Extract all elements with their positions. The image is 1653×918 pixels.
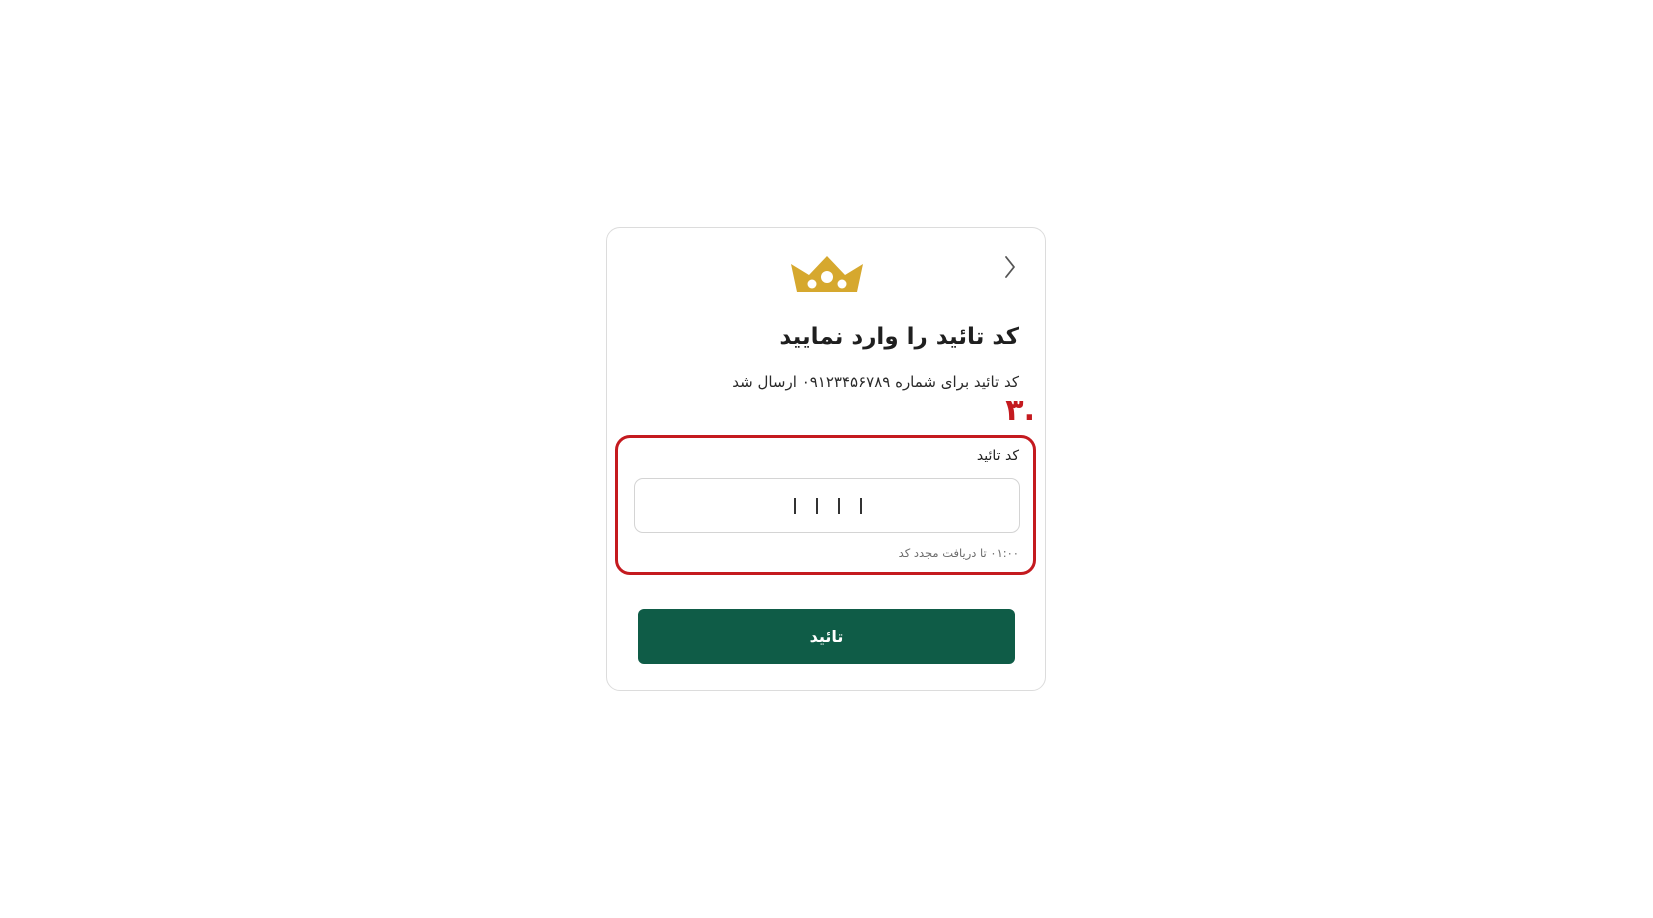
code-digit-slots (794, 497, 862, 514)
code-digit-slot[interactable] (838, 497, 840, 514)
verification-card: کد تائید را وارد نمایید کد تائید برای شم… (606, 227, 1046, 691)
back-button[interactable] (995, 250, 1025, 284)
code-digit-slot[interactable] (860, 497, 862, 514)
code-digit-slot[interactable] (794, 497, 796, 514)
confirm-button[interactable]: تائید (638, 609, 1015, 664)
verification-code-input[interactable] (634, 478, 1020, 533)
sent-to-number-text: کد تائید برای شماره ۰۹۱۲۳۴۵۶۷۸۹ ارسال شد (732, 373, 1019, 391)
crown-icon (791, 256, 863, 292)
code-field-label: کد تائید (976, 448, 1019, 464)
code-digit-slot[interactable] (816, 497, 818, 514)
resend-countdown: ۰۱:۰۰ تا دریافت مجدد کد (898, 546, 1019, 560)
step-number-annotation: .۳ (1005, 393, 1035, 428)
page-title: کد تائید را وارد نمایید (779, 324, 1019, 350)
chevron-right-icon (1005, 256, 1015, 278)
